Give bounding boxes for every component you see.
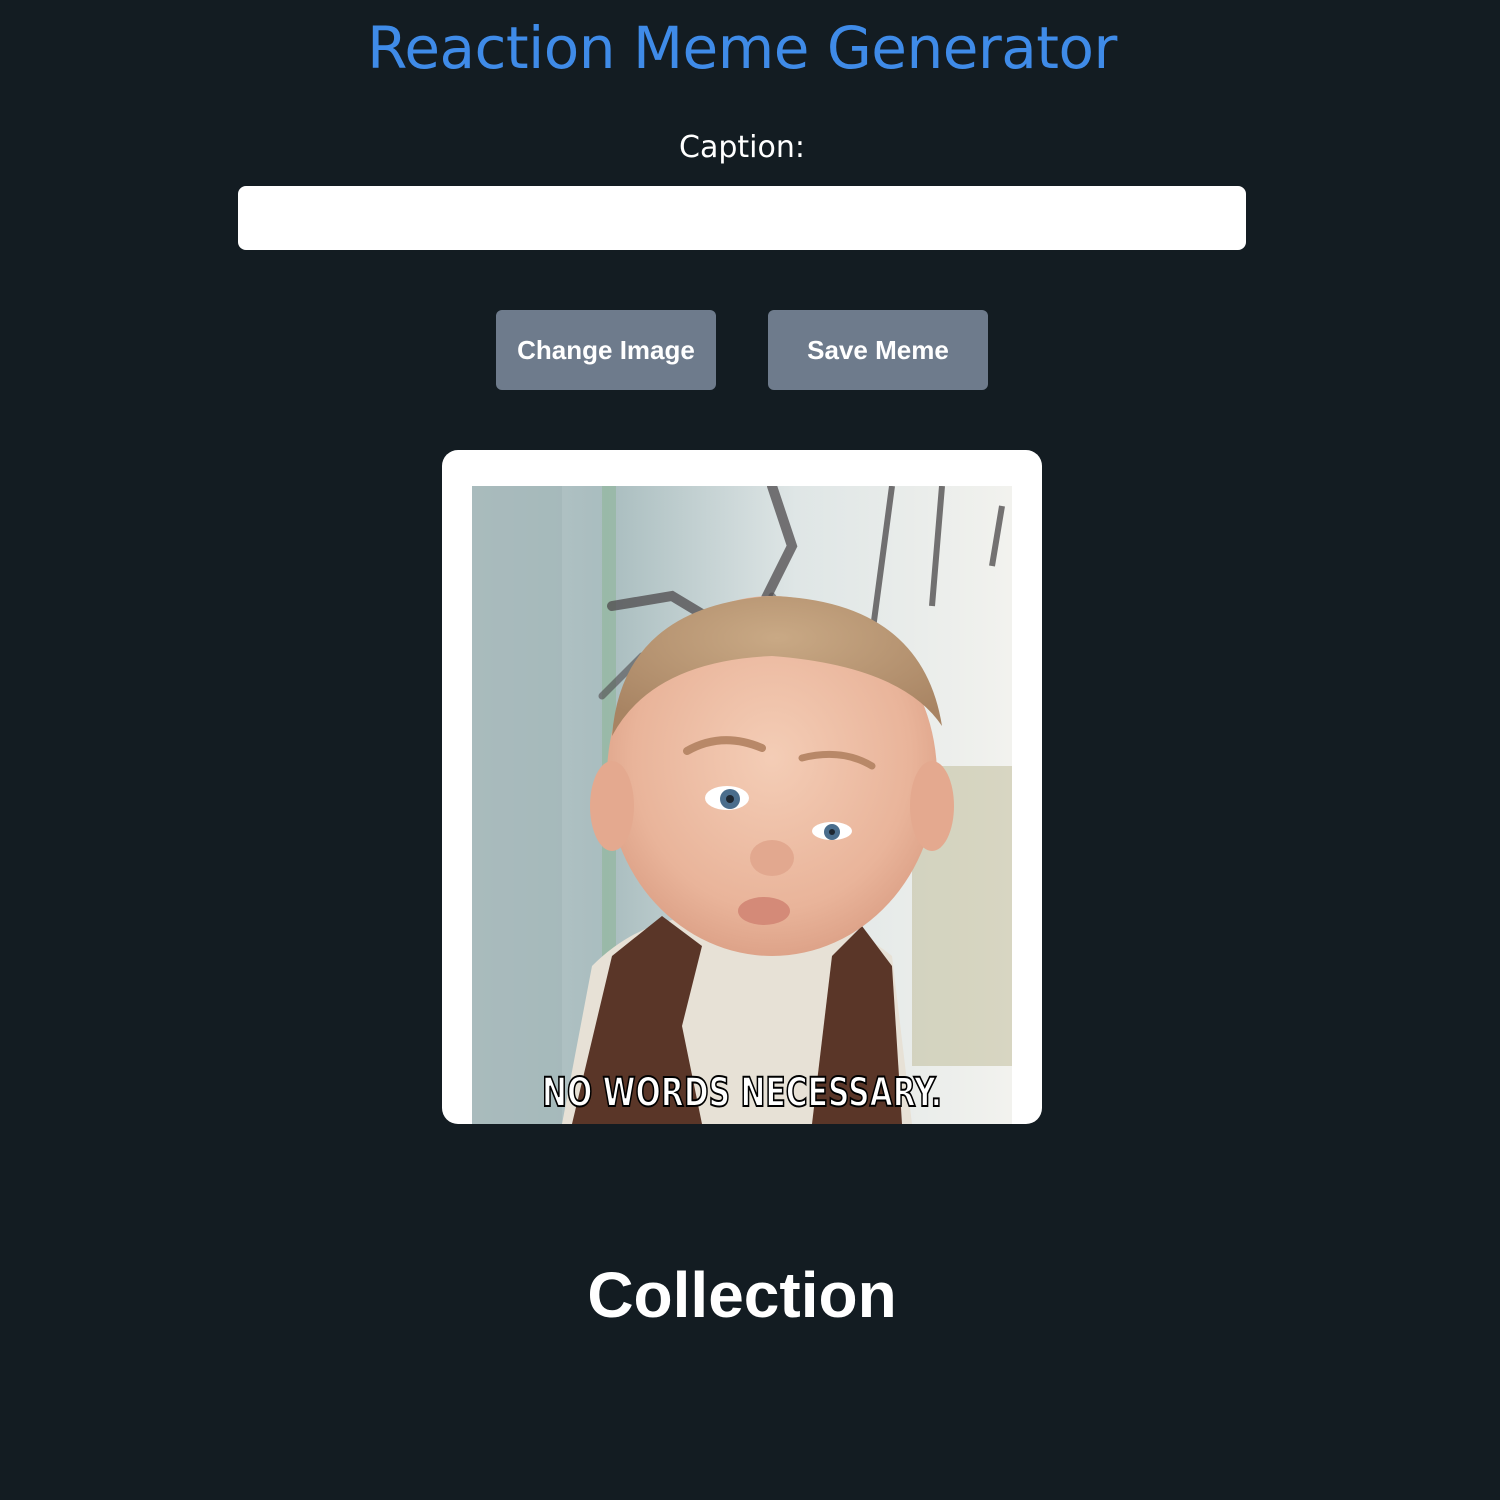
change-image-button[interactable]: Change Image <box>496 310 716 390</box>
caption-input[interactable] <box>238 186 1246 250</box>
meme-overlay-text: NO WORDS NECESSARY. <box>542 1070 942 1116</box>
collection-heading: Collection <box>587 1259 897 1331</box>
save-meme-button[interactable]: Save Meme <box>768 310 988 390</box>
caption-label: Caption: <box>679 130 805 165</box>
meme-generator-page: Reaction Meme Generator Caption: Change … <box>0 0 1500 1500</box>
page-title: Reaction Meme Generator <box>367 14 1117 82</box>
meme-preview-card: NO WORDS NECESSARY. <box>442 450 1042 1124</box>
meme-image: NO WORDS NECESSARY. <box>472 486 1012 1124</box>
